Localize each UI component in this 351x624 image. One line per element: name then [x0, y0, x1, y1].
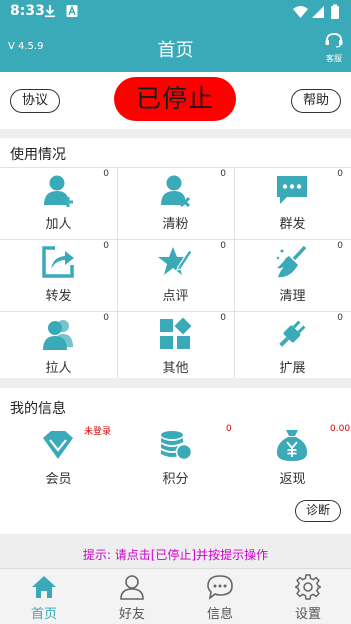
status-indicators	[293, 4, 339, 19]
usage-item-cleanup[interactable]: 0 清理	[234, 239, 351, 311]
points-value: 0	[226, 424, 232, 434]
protocol-button[interactable]: 协议	[10, 89, 60, 113]
message-icon	[207, 575, 233, 600]
usage-label: 加人	[45, 217, 72, 232]
broom-icon	[276, 245, 307, 278]
settings-icon	[295, 574, 321, 600]
hint-text: 提示: 请点击[已停止]并按提示操作	[82, 548, 269, 562]
usage-item-pull-people[interactable]: 0 拉人	[0, 311, 117, 383]
info-label: 返现	[279, 472, 306, 487]
usage-section: 使用情况 0 加人 0 清粉 0 群发 0 转发 0 点评 0 清理 0 拉人 …	[0, 138, 351, 378]
nav-friends[interactable]: 好友	[88, 569, 176, 624]
usage-item-extension[interactable]: 0 扩展	[234, 311, 351, 383]
info-label: 会员	[45, 472, 72, 487]
customer-service-label: 客服	[326, 54, 342, 63]
usage-item-broadcast[interactable]: 0 群发	[234, 167, 351, 239]
control-bar: 协议 已停止 帮助	[0, 72, 351, 129]
usage-count: 0	[220, 241, 226, 251]
status-time: 8:33	[10, 3, 45, 19]
coins-icon	[161, 431, 192, 461]
membership-status: 未登录	[84, 427, 112, 437]
usage-label: 清粉	[162, 217, 189, 232]
usage-count: 0	[103, 241, 109, 251]
usage-count: 0	[337, 241, 343, 251]
usage-item-add-person[interactable]: 0 加人	[0, 167, 117, 239]
usage-title: 使用情况	[10, 147, 66, 163]
usage-label: 清理	[279, 289, 306, 304]
usage-count: 0	[337, 313, 343, 323]
usage-label: 群发	[279, 217, 306, 232]
nav-label: 信息	[206, 607, 233, 622]
page-title: 首页	[157, 40, 194, 61]
usage-item-remove-fans[interactable]: 0 清粉	[117, 167, 234, 239]
plug-icon	[279, 320, 306, 347]
nav-messages[interactable]: 信息	[176, 569, 264, 624]
usage-label: 扩展	[279, 361, 306, 376]
home-icon	[32, 576, 56, 598]
stop-toggle-button[interactable]: 已停止	[114, 77, 236, 121]
customer-service-button[interactable]: 客服	[323, 32, 345, 64]
usage-count: 0	[103, 313, 109, 323]
bottom-navigation: 首页 好友 信息 设置	[0, 568, 351, 624]
app-header: V 4.5.9 首页 客服	[0, 24, 351, 72]
wifi-icon	[293, 6, 308, 18]
info-label: 积分	[162, 472, 189, 487]
group-people-icon	[43, 320, 73, 350]
usage-label: 转发	[45, 289, 72, 304]
cashback-value: 0.00	[330, 424, 351, 434]
share-icon	[42, 246, 74, 278]
my-info-section: 我的信息 会员 未登录 积分 0 返现 0.00 诊断	[0, 388, 351, 534]
nav-label: 好友	[118, 607, 145, 622]
chat-bubble-icon	[277, 176, 307, 204]
usage-count: 0	[220, 313, 226, 323]
download-icon	[45, 5, 55, 18]
status-bar: 8:33	[0, 0, 351, 24]
usage-label: 点评	[162, 289, 189, 304]
usage-item-forward[interactable]: 0 转发	[0, 239, 117, 311]
help-button[interactable]: 帮助	[291, 89, 341, 113]
nav-home[interactable]: 首页	[0, 569, 88, 624]
signal-icon	[312, 6, 324, 18]
diamond-icon	[43, 431, 73, 459]
usage-label: 其他	[162, 361, 189, 376]
friends-icon	[120, 575, 144, 600]
star-pen-icon	[158, 247, 192, 275]
usage-item-other[interactable]: 0 其他	[117, 311, 234, 383]
usage-count: 0	[337, 169, 343, 179]
my-info-title: 我的信息	[10, 401, 66, 417]
diagnose-button[interactable]: 诊断	[295, 500, 341, 522]
usage-count: 0	[103, 169, 109, 179]
usage-grid: 0 加人 0 清粉 0 群发 0 转发 0 点评 0 清理 0 拉人 0 其他 …	[0, 167, 351, 383]
nav-label: 首页	[30, 607, 57, 622]
usage-count: 0	[220, 169, 226, 179]
text-a-icon	[66, 5, 78, 17]
money-bag-icon	[276, 430, 308, 461]
add-person-icon	[44, 175, 73, 207]
battery-icon	[331, 6, 339, 19]
info-item-points[interactable]: 积分	[117, 422, 234, 494]
nav-settings[interactable]: 设置	[264, 569, 351, 624]
nav-label: 设置	[294, 607, 321, 622]
usage-label: 拉人	[45, 361, 72, 376]
blocks-icon	[160, 317, 192, 349]
headset-icon	[325, 33, 343, 48]
usage-item-review[interactable]: 0 点评	[117, 239, 234, 311]
remove-person-icon	[161, 175, 191, 207]
